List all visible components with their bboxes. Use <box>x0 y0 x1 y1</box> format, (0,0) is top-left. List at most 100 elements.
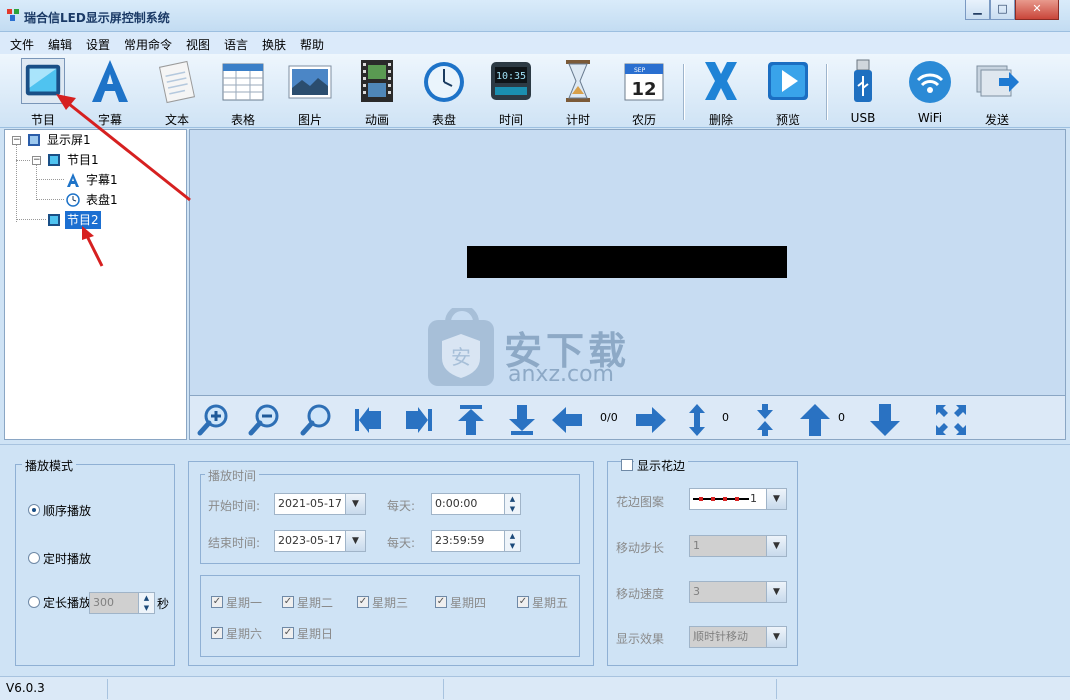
menu-language[interactable]: 语言 <box>224 36 248 53</box>
chevron-down-icon[interactable]: ▼ <box>766 489 786 509</box>
duration-input[interactable]: 300 ▲ ▼ <box>89 592 155 614</box>
watermark-subtext: anxz.com <box>508 362 614 387</box>
daily-end-spinner[interactable]: ▲ ▼ <box>504 531 520 551</box>
status-bar: V6.0.3 <box>0 676 1070 700</box>
weekday-checkbox-thu[interactable]: ✓ <box>435 596 447 608</box>
toolbar-dial-button[interactable]: 表盘 <box>413 56 475 127</box>
weekday-checkbox-fri[interactable]: ✓ <box>517 596 529 608</box>
minimize-button[interactable]: ▁ <box>965 0 990 20</box>
timed-play-radio[interactable] <box>28 552 40 564</box>
menu-common-commands[interactable]: 常用命令 <box>124 36 172 53</box>
toolbar-usb-button[interactable]: USB <box>832 56 894 126</box>
toolbar-table-button[interactable]: 表格 <box>212 56 274 127</box>
move-up-icon[interactable] <box>798 403 832 437</box>
toolbar-timer-button[interactable]: 计时 <box>547 56 609 127</box>
chevron-down-icon[interactable]: ▼ <box>345 494 365 514</box>
move-speed-select[interactable]: 3 ▼ <box>689 581 787 603</box>
calendar-month: SEP <box>634 67 646 74</box>
tree-collapse-toggle[interactable]: − <box>12 136 21 145</box>
sequential-play-radio[interactable] <box>28 504 40 516</box>
spin-down-icon[interactable]: ▼ <box>139 603 154 613</box>
move-to-top-icon[interactable] <box>454 403 488 437</box>
chevron-down-icon[interactable]: ▼ <box>766 536 786 556</box>
usb-icon <box>854 59 872 102</box>
toolbar-send-button[interactable]: 发送 <box>966 56 1028 127</box>
weekday-label-mon: 星期一 <box>226 596 263 610</box>
spin-up-icon[interactable]: ▲ <box>505 494 520 504</box>
toolbar-delete-button[interactable]: 删除 <box>690 56 752 127</box>
tree-line <box>16 144 17 222</box>
close-button[interactable]: ✕ <box>1015 0 1059 20</box>
next-page-icon[interactable] <box>634 403 668 437</box>
zoom-in-icon[interactable] <box>197 403 231 437</box>
menu-edit[interactable]: 编辑 <box>48 36 72 53</box>
fixed-length-play-radio[interactable] <box>28 596 40 608</box>
zoom-out-icon[interactable] <box>248 403 282 437</box>
daily-start-time-input[interactable]: 0:00:00 ▲ ▼ <box>431 493 521 515</box>
move-down-icon[interactable] <box>868 403 902 437</box>
menu-view[interactable]: 视图 <box>186 36 210 53</box>
toolbar-animation-button[interactable]: 动画 <box>346 56 408 127</box>
move-to-bottom-icon[interactable] <box>505 403 539 437</box>
toolbar-usb-label: USB <box>850 111 876 125</box>
move-speed-label: 移动速度 <box>616 587 665 601</box>
chevron-down-icon[interactable]: ▼ <box>766 627 786 647</box>
maximize-button[interactable]: □ <box>990 0 1015 20</box>
toolbar-preview-button[interactable]: 预览 <box>757 56 819 127</box>
start-time-label: 开始时间: <box>208 499 261 513</box>
spin-down-icon[interactable]: ▼ <box>505 541 520 551</box>
timed-play-label: 定时播放 <box>43 552 92 566</box>
border-pattern-select[interactable]: 1 ▼ <box>689 488 787 510</box>
weekday-checkbox-mon[interactable]: ✓ <box>211 596 223 608</box>
chevron-down-icon[interactable]: ▼ <box>766 582 786 602</box>
spin-up-icon[interactable]: ▲ <box>139 593 154 603</box>
title-bar: 瑞合信LED显示屏控制系统 ▁ □ ✕ <box>0 0 1070 32</box>
vertical-expand-icon[interactable] <box>680 403 714 437</box>
duration-spinner[interactable]: ▲ ▼ <box>138 593 154 613</box>
vertical-compress-icon[interactable] <box>748 403 782 437</box>
daily-start-value: 0:00:00 <box>435 497 478 510</box>
daily-start-spinner[interactable]: ▲ ▼ <box>504 494 520 514</box>
end-time-label: 结束时间: <box>208 536 261 550</box>
menu-skin[interactable]: 换肤 <box>262 36 286 53</box>
fullscreen-icon[interactable] <box>934 403 968 437</box>
weekday-checkbox-sat[interactable]: ✓ <box>211 627 223 639</box>
end-date-picker[interactable]: 2023-05-17 ▼ <box>274 530 366 552</box>
toolbar-wifi-button[interactable]: WiFi <box>899 56 961 126</box>
toolbar-lunar-calendar-button[interactable]: SEP 12 农历 <box>613 56 675 127</box>
menu-settings[interactable]: 设置 <box>86 36 110 53</box>
previous-page-icon[interactable] <box>550 403 584 437</box>
move-step-value: 1 <box>693 539 700 552</box>
led-screen-preview[interactable] <box>467 246 787 278</box>
toolbar-time-button[interactable]: 10:35 时间 <box>480 56 542 127</box>
seconds-unit-label: 秒 <box>157 597 170 611</box>
spin-up-icon[interactable]: ▲ <box>505 531 520 541</box>
weekday-checkbox-tue[interactable]: ✓ <box>282 596 294 608</box>
menu-help[interactable]: 帮助 <box>300 36 324 53</box>
toolbar-send-label: 发送 <box>984 113 1009 127</box>
tree-collapse-toggle[interactable]: − <box>32 156 41 165</box>
zoom-reset-icon[interactable] <box>300 403 334 437</box>
menu-file[interactable]: 文件 <box>10 36 34 53</box>
watermark-shield-icon: 安 <box>428 308 494 386</box>
display-effect-select[interactable]: 顺时针移动 ▼ <box>689 626 787 648</box>
move-speed-value: 3 <box>693 585 700 598</box>
weekday-checkbox-sun[interactable]: ✓ <box>282 627 294 639</box>
last-page-icon[interactable] <box>402 403 436 437</box>
start-date-value: 2021-05-17 <box>278 497 342 510</box>
show-border-label: 显示花边 <box>634 457 689 474</box>
move-step-select[interactable]: 1 ▼ <box>689 535 787 557</box>
start-date-picker[interactable]: 2021-05-17 ▼ <box>274 493 366 515</box>
move-step-label: 移动步长 <box>616 541 665 555</box>
play-mode-group <box>15 464 175 666</box>
show-border-checkbox[interactable] <box>621 459 633 471</box>
weekday-checkbox-wed[interactable]: ✓ <box>357 596 369 608</box>
toolbar-table-label: 表格 <box>230 113 255 127</box>
daily-end-time-input[interactable]: 23:59:59 ▲ ▼ <box>431 530 521 552</box>
toolbar-picture-button[interactable]: 图片 <box>279 56 341 127</box>
spin-down-icon[interactable]: ▼ <box>505 504 520 514</box>
toolbar-wifi-label: WiFi <box>917 111 943 125</box>
toolbar-time-label: 时间 <box>498 113 523 127</box>
chevron-down-icon[interactable]: ▼ <box>345 531 365 551</box>
first-page-icon[interactable] <box>351 403 385 437</box>
